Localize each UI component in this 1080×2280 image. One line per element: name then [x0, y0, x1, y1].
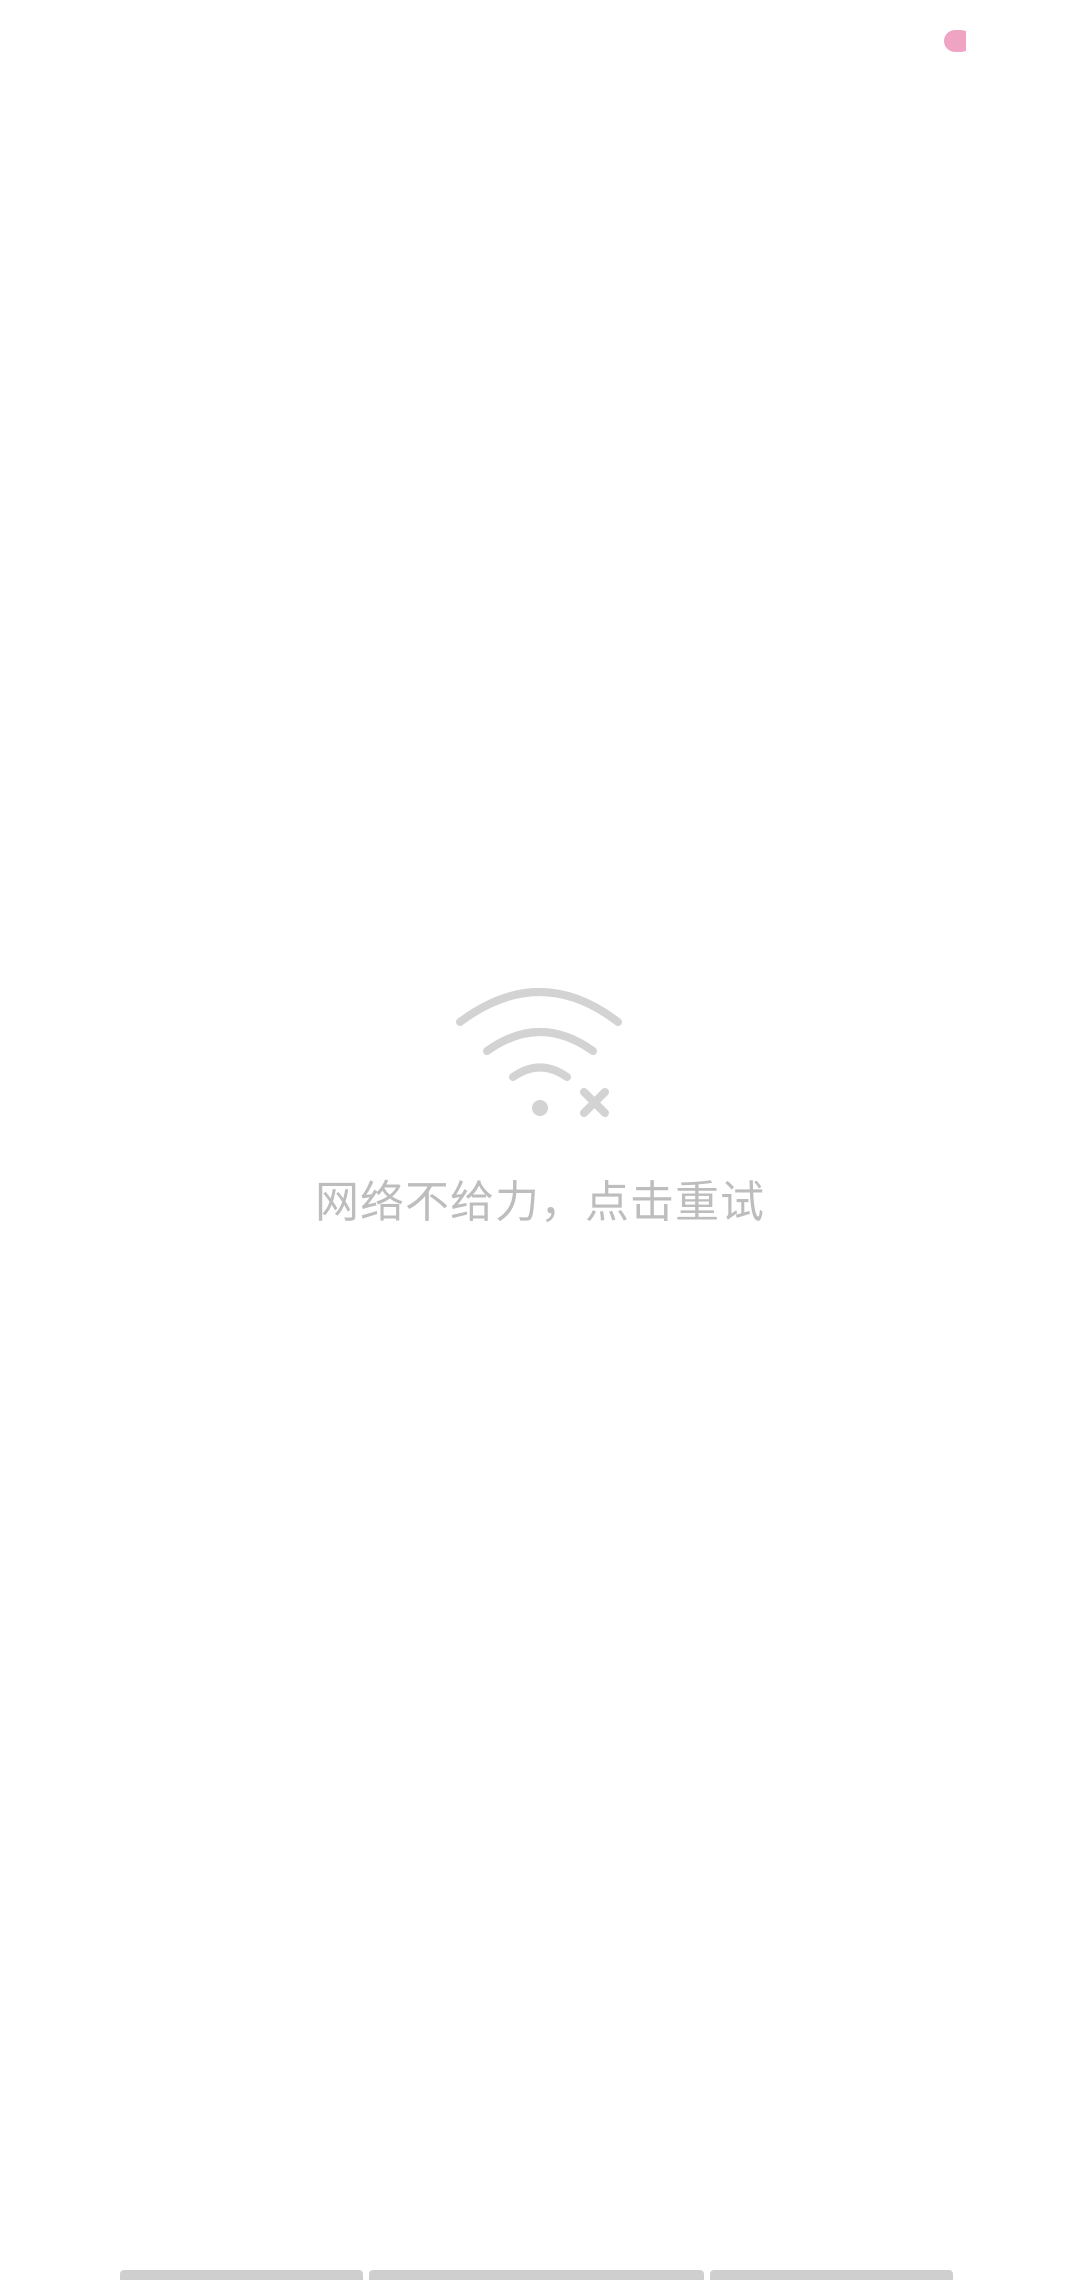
- status-indicator-dot: [944, 30, 966, 52]
- bottom-bar-right: [710, 2270, 953, 2280]
- wifi-off-icon: [456, 988, 622, 1117]
- app-screen: 网络不给力，点击重试: [0, 0, 1080, 2280]
- bottom-bar-left: [120, 2270, 363, 2280]
- bottom-navigation-bars: [0, 2270, 1080, 2280]
- retry-message[interactable]: 网络不给力，点击重试: [0, 1166, 1080, 1230]
- network-error-state[interactable]: 网络不给力，点击重试: [0, 980, 1080, 1240]
- bottom-bar-center: [369, 2270, 704, 2280]
- status-dot: [944, 30, 966, 52]
